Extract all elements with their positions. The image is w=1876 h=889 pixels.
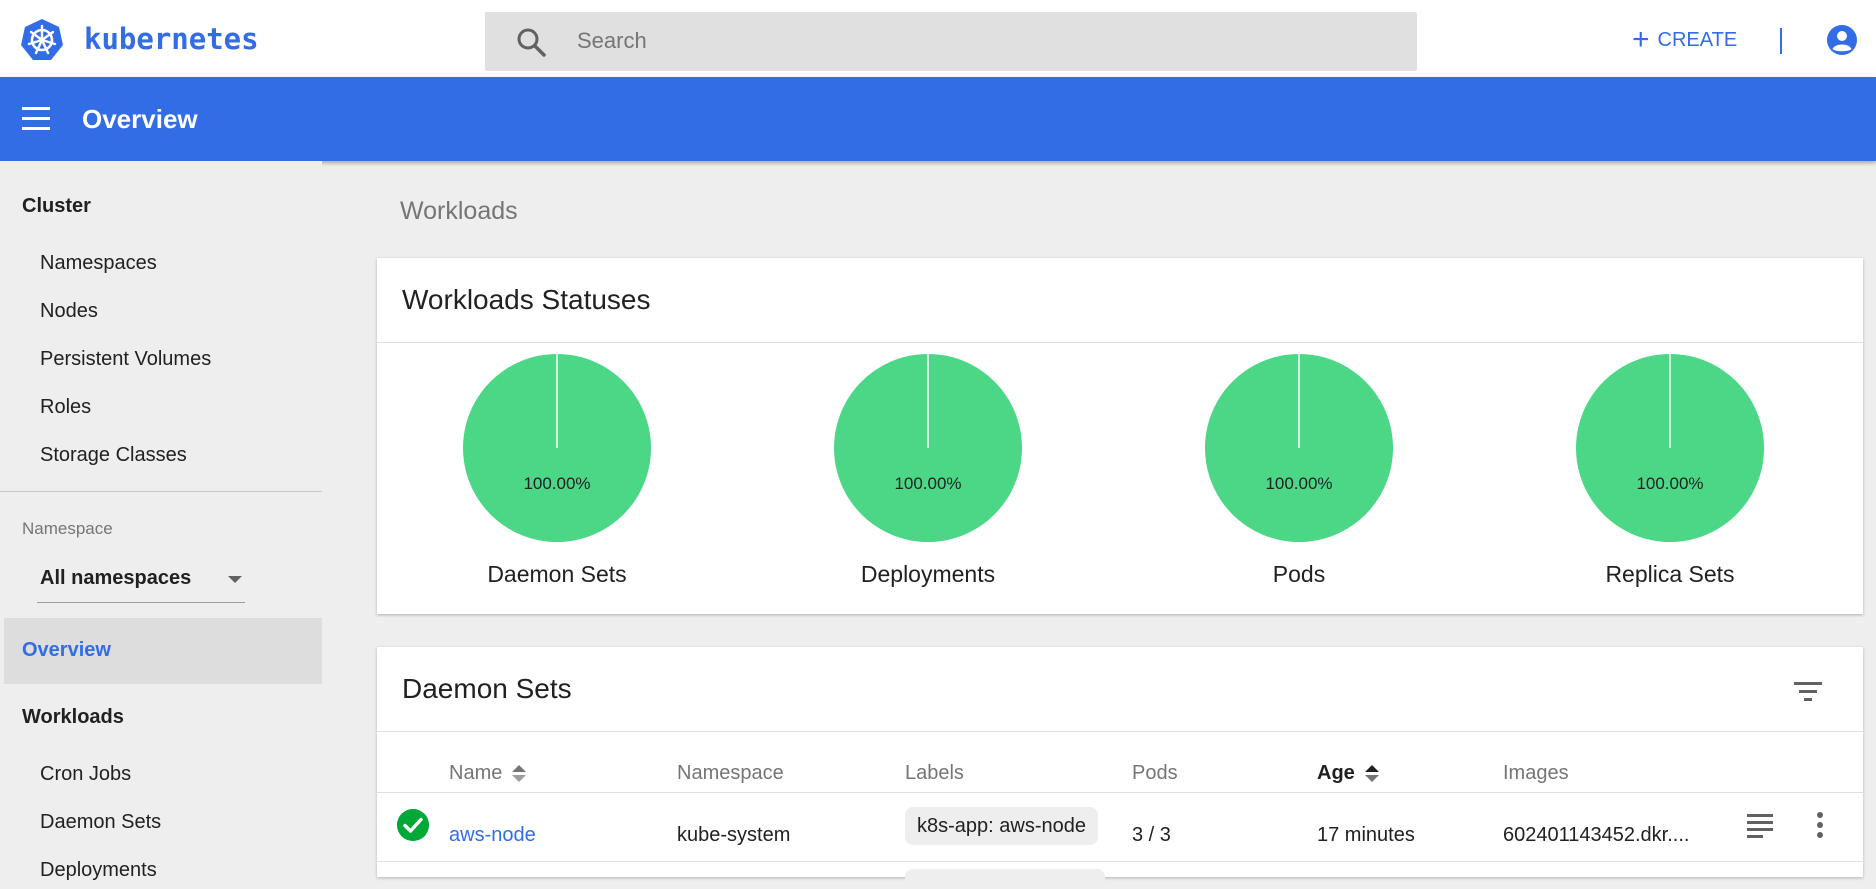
pie-percent-label: 100.00% [1265,474,1332,493]
pie-label-replica-sets: Replica Sets [1605,561,1735,587]
column-header-images: Images [1503,762,1569,784]
chevron-down-icon [228,576,242,583]
search-icon [517,28,546,57]
column-header-labels: Labels [905,762,964,784]
daemon-sets-card: Daemon Sets Name Namespace Labels Pods A… [377,647,1863,889]
check-circle-icon [397,809,429,841]
namespace-select[interactable]: All namespaces [37,559,245,603]
search-bar[interactable] [485,12,1417,71]
pie-label-pods: Pods [1272,561,1326,587]
pie-percent-label: 100.00% [1636,474,1703,493]
filter-icon[interactable] [1793,679,1823,703]
hamburger-menu-icon[interactable] [22,107,52,131]
pie-chart-deployments: 100.00% [834,354,1022,542]
title-bar: Overview [0,77,1876,161]
card-divider [377,731,1863,732]
kubernetes-logo-icon[interactable] [20,18,64,62]
pie-chart-pods: 100.00% [1205,354,1393,542]
sidebar-item-persistent-volumes[interactable]: Persistent Volumes [40,348,211,371]
column-header-age[interactable]: Age [1317,762,1379,785]
sidebar-item-overview-label: Overview [22,639,111,661]
sidebar-divider [0,491,322,492]
account-icon[interactable] [1826,24,1858,56]
pie-chart-daemon-sets: 100.00% [463,354,651,542]
table-row-age: 17 minutes [1317,824,1415,846]
sidebar-item-overview[interactable]: Overview [4,618,322,684]
create-label: CREATE [1657,28,1738,51]
sort-icon [512,763,527,785]
sidebar-item-daemon-sets[interactable]: Daemon Sets [40,811,161,834]
sort-icon [1364,763,1379,785]
label-chip: k8s-app: aws-node [905,807,1098,845]
card-divider [377,342,1863,343]
table-row-pods: 3 / 3 [1132,824,1171,846]
label-chip [905,869,1105,889]
pie-chart-replica-sets: 100.00% [1576,354,1764,542]
pie-label-deployments: Deployments [860,561,996,587]
sidebar-item-storage-classes[interactable]: Storage Classes [40,444,187,467]
sidebar-item-roles[interactable]: Roles [40,396,91,419]
sidebar-item-nodes[interactable]: Nodes [40,300,98,323]
workloads-statuses-title: Workloads Statuses [402,284,651,315]
pie-percent-label: 100.00% [523,474,590,493]
page-title: Overview [82,104,198,134]
table-row-namespace: kube-system [677,824,791,846]
search-input[interactable] [577,20,1377,62]
sidebar-heading-cluster[interactable]: Cluster [22,195,91,218]
logs-icon[interactable] [1747,814,1773,838]
top-bar: kubernetes + CREATE [0,0,1876,77]
table-row-images: 602401143452.dkr.... [1503,824,1690,846]
plus-icon: + [1632,23,1650,56]
sidebar: Cluster Namespaces Nodes Persistent Volu… [0,161,322,881]
table-row-name-link[interactable]: aws-node [449,824,536,847]
more-vert-icon[interactable] [1817,812,1825,840]
header-divider [377,792,1863,793]
namespace-value: All namespaces [40,567,192,589]
workloads-statuses-card: Workloads Statuses 100.00% Daemon Sets 1… [377,258,1863,614]
sidebar-item-namespaces[interactable]: Namespaces [40,252,157,275]
daemon-sets-title: Daemon Sets [402,673,572,704]
breadcrumb: Workloads [400,197,518,225]
column-header-namespace: Namespace [677,762,784,784]
column-header-pods: Pods [1132,762,1178,784]
header-divider [1780,28,1782,54]
column-header-name[interactable]: Name [449,762,527,785]
create-button[interactable]: + CREATE [1632,24,1737,56]
namespace-label: Namespace [22,519,113,538]
brand-name[interactable]: kubernetes [84,22,259,56]
sidebar-item-deployments[interactable]: Deployments [40,859,157,882]
sidebar-heading-workloads[interactable]: Workloads [22,706,124,729]
pie-label-daemon-sets: Daemon Sets [487,561,627,587]
pie-percent-label: 100.00% [894,474,961,493]
row-divider [377,861,1863,862]
sidebar-item-cron-jobs[interactable]: Cron Jobs [40,763,131,786]
